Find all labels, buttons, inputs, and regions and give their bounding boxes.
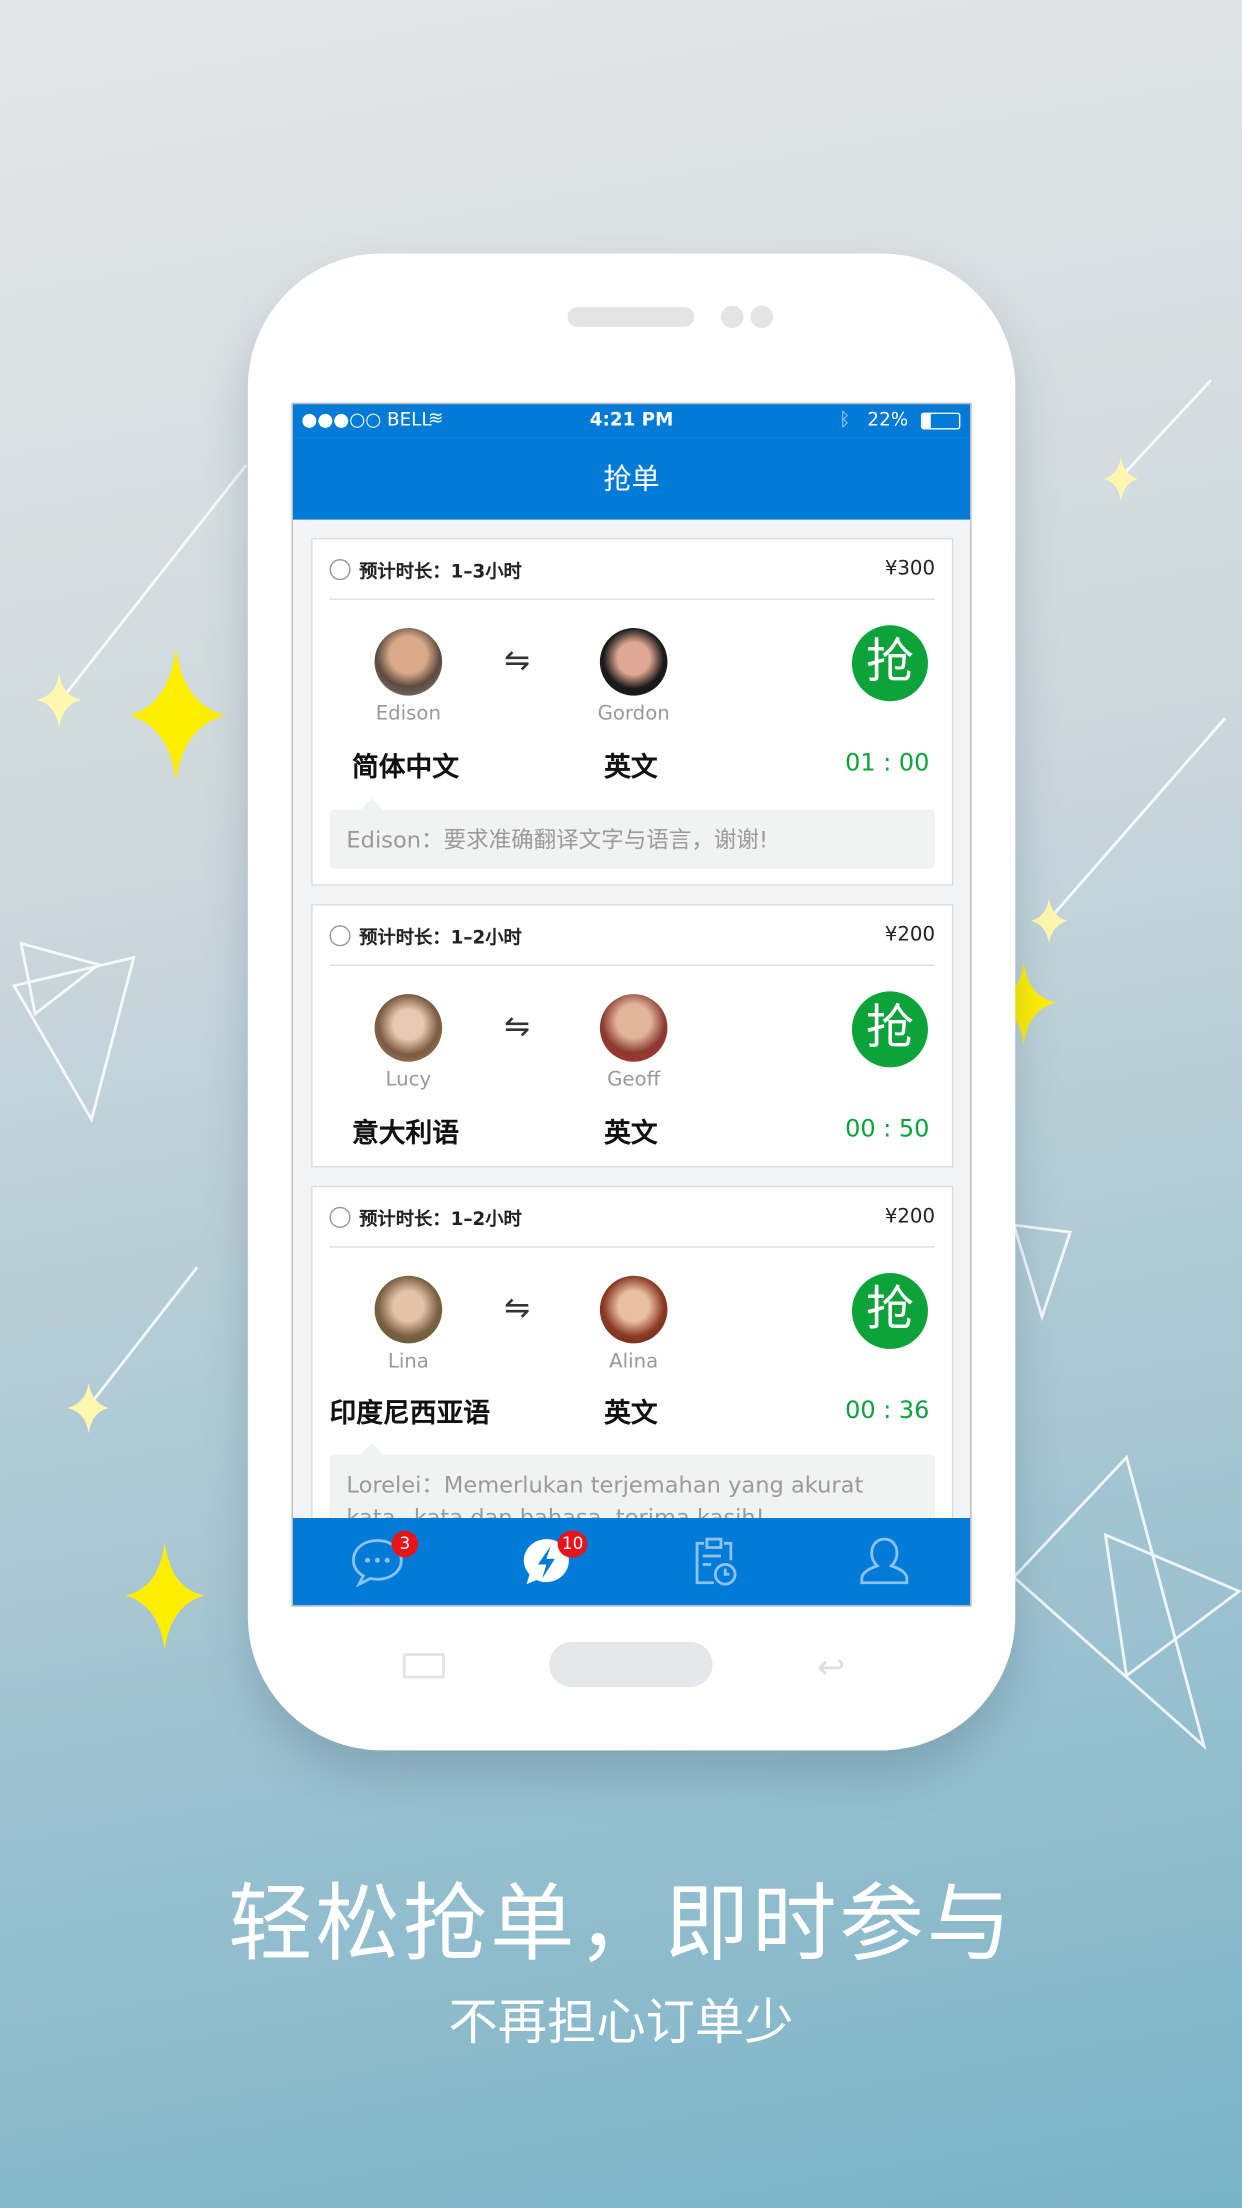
- promo-headline: 轻松抢单，即时参与: [228, 1875, 1014, 1975]
- status-bar: ●●●○○ BELL ≋ 4:21 PM ᛒ 22%: [292, 404, 971, 438]
- from-language: 简体中文: [352, 751, 460, 783]
- price: ¥200: [884, 923, 936, 947]
- tab-bar: 3 10: [292, 1517, 971, 1606]
- bluetooth-icon: ᛒ: [839, 409, 851, 431]
- avatar[interactable]: [374, 1275, 443, 1344]
- price: ¥200: [884, 1205, 936, 1228]
- from-user: Edison: [375, 702, 441, 726]
- to-language: 英文: [604, 751, 658, 783]
- phone-camera: [720, 305, 744, 329]
- sparkle-icon: [125, 1541, 205, 1651]
- clipboard-clock-icon: [695, 1537, 737, 1586]
- swap-icon: ⇋: [504, 643, 531, 679]
- sparkle-icon: [129, 647, 226, 782]
- from-language: 印度尼西亚语: [329, 1398, 491, 1430]
- order-header: 预计时长：1–3小时 ¥300: [329, 539, 936, 600]
- from-user: Lina: [387, 1350, 429, 1373]
- to-language: 英文: [604, 1398, 658, 1430]
- clock-icon: [329, 558, 351, 580]
- order-card: 预计时长：1–2小时 ¥200 Lucy ⇋ Geoff 抢 意大利语 英文 0…: [311, 904, 954, 1168]
- battery-icon: [920, 412, 961, 430]
- avatar[interactable]: [599, 628, 668, 696]
- to-language: 英文: [604, 1118, 658, 1150]
- phone-sensor: [750, 305, 774, 329]
- tab-grab[interactable]: 10: [462, 1518, 631, 1605]
- avatar[interactable]: [374, 628, 443, 696]
- order-header: 预计时长：1–2小时 ¥200: [329, 1187, 936, 1248]
- to-user: Geoff: [607, 1068, 661, 1092]
- countdown-timer: 00 : 36: [845, 1396, 930, 1426]
- grab-button[interactable]: 抢: [851, 625, 928, 702]
- from-language: 意大利语: [352, 1118, 460, 1150]
- from-user: Lucy: [385, 1068, 432, 1092]
- tab-messages[interactable]: 3: [293, 1518, 462, 1605]
- order-card: 预计时长：1–3小时 ¥300 Edison ⇋ Gordon 抢 简体中文 英…: [311, 537, 954, 886]
- order-message: Edison：要求准确翻译文字与语言，谢谢!: [329, 798, 936, 869]
- recent-apps-icon[interactable]: [402, 1653, 445, 1679]
- grab-badge: 10: [557, 1530, 588, 1558]
- swap-icon: ⇋: [504, 1291, 531, 1327]
- app-screen: ●●●○○ BELL ≋ 4:21 PM ᛒ 22% 抢单 预计时长：1–3小时…: [291, 402, 972, 1607]
- to-user: Gordon: [597, 702, 670, 726]
- avatar[interactable]: [599, 994, 668, 1062]
- battery-percent: 22%: [867, 409, 909, 431]
- avatar[interactable]: [599, 1275, 668, 1344]
- messages-badge: 3: [391, 1530, 419, 1558]
- grab-button[interactable]: 抢: [851, 991, 928, 1068]
- order-header: 预计时长：1–2小时 ¥200: [329, 905, 936, 966]
- page-title: 抢单: [603, 461, 660, 496]
- clock-icon: [329, 924, 351, 946]
- countdown-timer: 00 : 50: [845, 1115, 930, 1144]
- price: ¥300: [884, 557, 936, 581]
- swap-icon: ⇋: [504, 1009, 531, 1045]
- duration: 预计时长：1–2小时: [359, 1208, 522, 1231]
- duration: 预计时长：1–2小时: [359, 927, 522, 949]
- duration: 预计时长：1–3小时: [359, 561, 522, 583]
- phone-speaker: [567, 306, 695, 327]
- grab-button[interactable]: 抢: [851, 1272, 928, 1350]
- home-button[interactable]: [549, 1641, 713, 1687]
- countdown-timer: 01 : 00: [845, 749, 930, 778]
- tab-profile[interactable]: [800, 1518, 969, 1605]
- to-user: Alina: [609, 1350, 659, 1373]
- back-icon[interactable]: ↩: [817, 1648, 845, 1687]
- avatar[interactable]: [374, 994, 443, 1062]
- clock-icon: [329, 1206, 351, 1228]
- promo-subline: 不再担心订单少: [448, 1995, 794, 2052]
- nav-bar: 抢单: [292, 437, 971, 520]
- tab-orders[interactable]: [631, 1518, 800, 1605]
- user-icon: [860, 1537, 909, 1585]
- promo-screen: ↩ ●●●○○ BELL ≋ 4:21 PM ᛒ 22% 抢单 预计时长：1–3…: [0, 0, 1242, 2208]
